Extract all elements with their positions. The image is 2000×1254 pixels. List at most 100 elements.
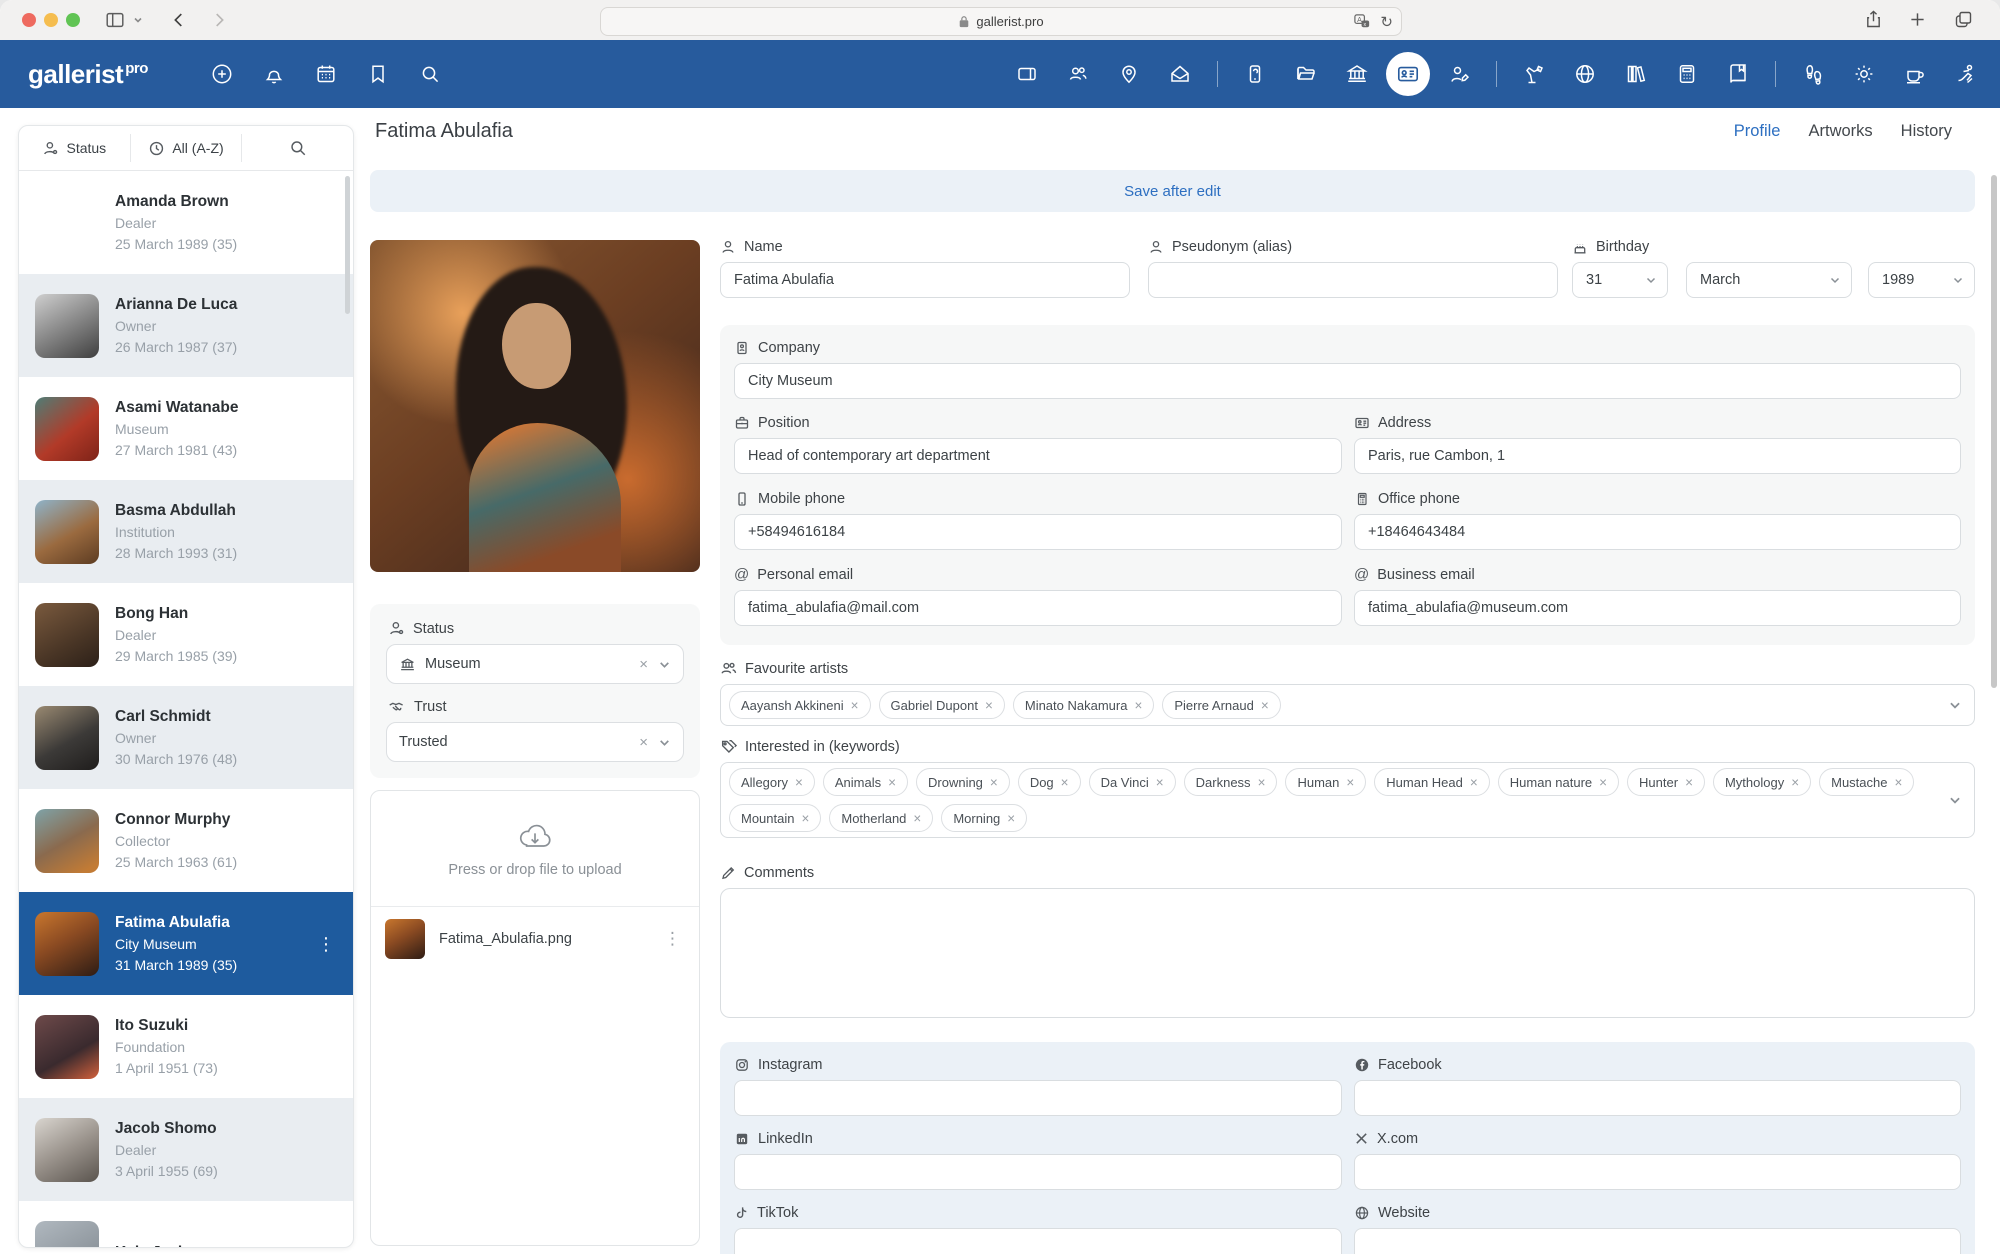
gear-icon[interactable]	[1852, 62, 1876, 86]
id-card-icon[interactable]	[1386, 52, 1430, 96]
tab-overview-icon[interactable]	[1953, 9, 1974, 30]
remove-tag-icon[interactable]: ×	[1134, 698, 1142, 713]
contact-list-item[interactable]: Basma AbdullahInstitution28 March 1993 (…	[19, 480, 353, 583]
facebook-input[interactable]	[1354, 1080, 1961, 1116]
keyword-tag[interactable]: Human nature×	[1498, 768, 1619, 796]
linkedin-input[interactable]	[734, 1154, 1342, 1190]
window-minimize-button[interactable]	[44, 13, 58, 27]
tiktok-input[interactable]	[734, 1228, 1342, 1254]
remove-tag-icon[interactable]: ×	[795, 775, 803, 790]
comments-textarea[interactable]	[720, 888, 1975, 1018]
chevron-down-icon[interactable]	[1948, 793, 1962, 807]
bell-icon[interactable]	[262, 62, 286, 86]
book-icon[interactable]	[1726, 62, 1750, 86]
forward-icon[interactable]	[208, 9, 230, 31]
chevron-down-icon[interactable]	[132, 14, 144, 26]
artist-tag[interactable]: Minato Nakamura×	[1013, 691, 1155, 719]
filter-sort-button[interactable]: All (A-Z)	[131, 126, 242, 170]
remove-tag-icon[interactable]: ×	[1346, 775, 1354, 790]
keyword-tag[interactable]: Hunter×	[1627, 768, 1705, 796]
pseudonym-input[interactable]	[1148, 262, 1558, 298]
remove-tag-icon[interactable]: ×	[985, 698, 993, 713]
coffee-cup-icon[interactable]	[1903, 62, 1927, 86]
map-pin-icon[interactable]	[1117, 62, 1141, 86]
remove-tag-icon[interactable]: ×	[1599, 775, 1607, 790]
remove-tag-icon[interactable]: ×	[1470, 775, 1478, 790]
main-scrollbar[interactable]	[1991, 175, 1997, 688]
artist-tag[interactable]: Gabriel Dupont×	[879, 691, 1005, 719]
contact-list-item-selected[interactable]: Fatima AbulafiaCity Museum31 March 1989 …	[19, 892, 353, 995]
remove-tag-icon[interactable]: ×	[1261, 698, 1269, 713]
add-icon[interactable]	[210, 62, 234, 86]
tab-artworks[interactable]: Artworks	[1808, 122, 1872, 141]
phone-icon[interactable]	[1243, 62, 1267, 86]
address-input[interactable]	[1354, 438, 1961, 474]
birthday-month-select[interactable]: March	[1686, 262, 1852, 298]
clear-icon[interactable]: ×	[639, 734, 648, 751]
remove-tag-icon[interactable]: ×	[888, 775, 896, 790]
bank-icon[interactable]	[1345, 62, 1369, 86]
keyword-tag[interactable]: Da Vinci×	[1089, 768, 1176, 796]
keyword-tag[interactable]: Motherland×	[829, 804, 933, 832]
books-icon[interactable]	[1624, 62, 1648, 86]
contacts-search-button[interactable]	[242, 126, 353, 170]
contact-list-item[interactable]: Bong HanDealer29 March 1985 (39)	[19, 583, 353, 686]
keyword-tag[interactable]: Mustache×	[1819, 768, 1914, 796]
address-bar[interactable]: gallerist.pro Ax ↻	[600, 7, 1402, 36]
folder-icon[interactable]	[1294, 62, 1318, 86]
sidebar-scrollbar[interactable]	[345, 176, 350, 314]
keyword-tag[interactable]: Human×	[1285, 768, 1366, 796]
business-email-input[interactable]	[1354, 590, 1961, 626]
remove-tag-icon[interactable]: ×	[1791, 775, 1799, 790]
calculator-icon[interactable]	[1675, 62, 1699, 86]
status-select[interactable]: Museum ×	[386, 644, 684, 684]
keyword-tag[interactable]: Darkness×	[1184, 768, 1278, 796]
flying-person-icon[interactable]	[1954, 62, 1978, 86]
company-input[interactable]	[734, 363, 1961, 399]
contact-list-item[interactable]: Connor MurphyCollector25 March 1963 (61)	[19, 789, 353, 892]
contact-list-item[interactable]: Jacob ShomoDealer3 April 1955 (69)	[19, 1098, 353, 1201]
remove-tag-icon[interactable]: ×	[1061, 775, 1069, 790]
remove-tag-icon[interactable]: ×	[913, 811, 921, 826]
artist-tag[interactable]: Aayansh Akkineni×	[729, 691, 871, 719]
office-phone-input[interactable]	[1354, 514, 1961, 550]
tab-history[interactable]: History	[1901, 122, 1952, 141]
chevron-down-icon[interactable]	[1948, 698, 1962, 712]
screen-icon[interactable]	[1015, 62, 1039, 86]
search-icon[interactable]	[418, 62, 442, 86]
user-edit-icon[interactable]	[1447, 62, 1471, 86]
mobile-phone-input[interactable]	[734, 514, 1342, 550]
contact-list-item[interactable]: Arianna De LucaOwner26 March 1987 (37)	[19, 274, 353, 377]
position-input[interactable]	[734, 438, 1342, 474]
translate-icon[interactable]: Ax	[1353, 12, 1372, 31]
calendar-icon[interactable]	[314, 62, 338, 86]
contact-list-item[interactable]: Asami WatanabeMuseum27 March 1981 (43)	[19, 377, 353, 480]
bookmark-icon[interactable]	[366, 62, 390, 86]
keyword-tag[interactable]: Drowning×	[916, 768, 1010, 796]
keyword-tag[interactable]: Animals×	[823, 768, 908, 796]
remove-tag-icon[interactable]: ×	[1156, 775, 1164, 790]
keyword-tag[interactable]: Mythology×	[1713, 768, 1811, 796]
website-input[interactable]	[1354, 1228, 1961, 1254]
reload-icon[interactable]: ↻	[1380, 13, 1393, 31]
personal-email-input[interactable]	[734, 590, 1342, 626]
remove-tag-icon[interactable]: ×	[801, 811, 809, 826]
remove-tag-icon[interactable]: ×	[990, 775, 998, 790]
app-logo[interactable]: galleristpro	[28, 59, 148, 90]
remove-tag-icon[interactable]: ×	[1258, 775, 1266, 790]
file-menu-icon[interactable]: ⋮	[660, 927, 685, 951]
back-icon[interactable]	[168, 9, 190, 31]
birthday-day-select[interactable]: 31	[1572, 262, 1668, 298]
window-close-button[interactable]	[22, 13, 36, 27]
contact-menu-icon[interactable]: ⋮	[313, 931, 339, 957]
contact-list-item[interactable]: Amanda BrownDealer25 March 1989 (35)	[19, 171, 353, 274]
remove-tag-icon[interactable]: ×	[851, 698, 859, 713]
new-tab-icon[interactable]	[1907, 9, 1928, 30]
desk-lamp-icon[interactable]	[1522, 62, 1546, 86]
mail-icon[interactable]	[1168, 62, 1192, 86]
save-after-edit-button[interactable]: Save after edit	[1124, 183, 1221, 200]
tab-profile[interactable]: Profile	[1734, 122, 1781, 141]
sidebar-toggle-icon[interactable]	[104, 9, 126, 31]
users-icon[interactable]	[1066, 62, 1090, 86]
keyword-tag[interactable]: Allegory×	[729, 768, 815, 796]
